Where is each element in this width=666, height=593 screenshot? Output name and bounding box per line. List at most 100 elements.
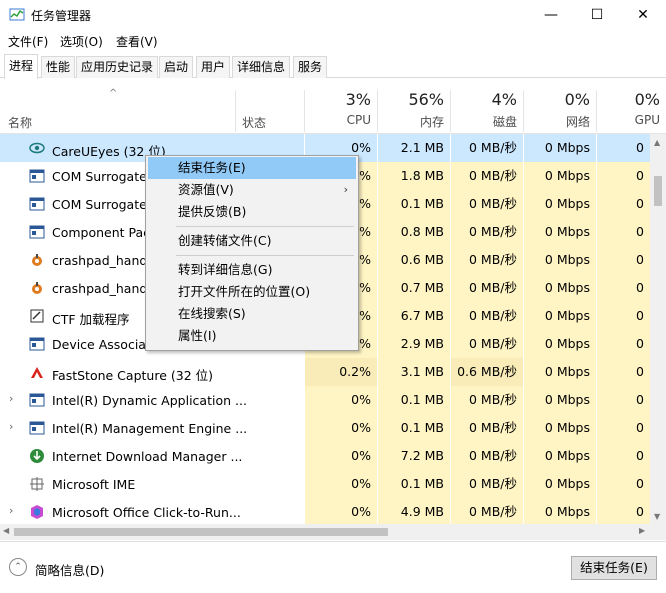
- network-cell: 0 Mbps: [523, 274, 596, 302]
- ctx-separator: [176, 255, 354, 256]
- network-cell: 0 Mbps: [523, 498, 596, 524]
- gpu-cell: 0: [596, 190, 650, 218]
- cpu-cell: 0.2%: [304, 358, 377, 386]
- ctx-properties[interactable]: 属性(I): [148, 325, 356, 347]
- ctx-end-task[interactable]: 结束任务(E): [148, 157, 356, 179]
- menu-options[interactable]: 选项(O): [60, 33, 103, 50]
- memory-cell: 3.1 MB: [377, 358, 450, 386]
- disk-cell: 0 MB/秒: [450, 498, 523, 524]
- process-row[interactable]: › Intel(R) Dynamic Application ... 0% 0.1 M…: [0, 386, 650, 414]
- title-bar: 任务管理器 — ☐ ✕: [0, 0, 666, 30]
- disk-cell: 0 MB/秒: [450, 134, 523, 162]
- close-icon: ✕: [637, 7, 649, 23]
- network-cell: 0 Mbps: [523, 302, 596, 330]
- tab-services[interactable]: 服务: [293, 56, 328, 78]
- cpu-cell: 0%: [304, 442, 377, 470]
- menu-view[interactable]: 查看(V): [116, 33, 158, 50]
- ctx-feedback[interactable]: 提供反馈(B): [148, 201, 356, 223]
- scroll-left-icon[interactable]: ◀: [3, 526, 9, 535]
- gpu-cell: 0: [596, 162, 650, 190]
- tab-details[interactable]: 详细信息: [232, 56, 291, 78]
- disk-cell: 0.6 MB/秒: [450, 358, 523, 386]
- memory-cell: 1.8 MB: [377, 162, 450, 190]
- ctx-create-dump[interactable]: 创建转储文件(C): [148, 230, 356, 252]
- vertical-scrollbar[interactable]: ▲ ▼: [650, 134, 666, 524]
- disk-cell: 0 MB/秒: [450, 246, 523, 274]
- ctf-icon: [30, 309, 44, 323]
- tab-processes[interactable]: 进程: [4, 54, 39, 79]
- vertical-scroll-thumb[interactable]: [654, 176, 662, 206]
- minimize-button[interactable]: —: [528, 0, 574, 30]
- fewer-details-link[interactable]: 简略信息(D): [35, 560, 104, 579]
- header-memory[interactable]: 56% 内存: [377, 80, 450, 134]
- gpu-cell: 0: [596, 498, 650, 524]
- menu-bar: 文件(F) 选项(O) 查看(V): [0, 30, 666, 52]
- process-row[interactable]: Microsoft IME 0% 0.1 MB 0 MB/秒 0 Mbps 0: [0, 470, 650, 498]
- process-name: COM Surrogate: [52, 197, 147, 212]
- header-network[interactable]: 0% 网络: [523, 80, 596, 134]
- header-gpu-pct: 0%: [634, 90, 660, 109]
- gpu-cell: 0: [596, 246, 650, 274]
- header-network-label: 网络: [565, 115, 590, 129]
- process-row[interactable]: FastStone Capture (32 位) 0.2% 3.1 MB 0.6 MB…: [0, 358, 650, 386]
- header-name[interactable]: 名称: [8, 114, 32, 131]
- column-divider[interactable]: [235, 90, 236, 132]
- scroll-down-icon[interactable]: ▼: [654, 512, 660, 521]
- ctx-go-to-details[interactable]: 转到详细信息(G): [148, 259, 356, 281]
- task-manager-icon: [9, 8, 25, 21]
- window-title: 任务管理器: [31, 9, 92, 23]
- maximize-button[interactable]: ☐: [574, 0, 620, 30]
- memory-cell: 0.1 MB: [377, 470, 450, 498]
- process-name: Microsoft Office Click-to-Run...: [52, 505, 241, 520]
- ctx-search-online[interactable]: 在线搜索(S): [148, 303, 356, 325]
- network-cell: 0 Mbps: [523, 190, 596, 218]
- window-icon: [29, 337, 45, 351]
- expand-chevron-icon[interactable]: ›: [9, 392, 13, 405]
- tab-users[interactable]: 用户: [196, 56, 231, 78]
- scrollbar-corner: [650, 524, 666, 540]
- header-cpu-pct: 3%: [345, 90, 371, 109]
- header-memory-label: 内存: [419, 115, 444, 129]
- tab-performance[interactable]: 性能: [41, 56, 76, 78]
- collapse-icon[interactable]: ⌃: [9, 558, 27, 576]
- gpu-cell: 0: [596, 330, 650, 358]
- scroll-right-icon[interactable]: ▶: [639, 526, 645, 535]
- tab-startup[interactable]: 启动: [159, 56, 194, 78]
- expand-chevron-icon[interactable]: ›: [9, 420, 13, 433]
- process-row[interactable]: Internet Download Manager ... 0% 7.2 MB 0 M…: [0, 442, 650, 470]
- minimize-icon: —: [544, 7, 558, 23]
- close-button[interactable]: ✕: [620, 0, 666, 30]
- horizontal-scroll-thumb[interactable]: [14, 528, 388, 536]
- memory-cell: 0.7 MB: [377, 274, 450, 302]
- ctx-resource-values[interactable]: 资源值(V) ›: [148, 179, 356, 201]
- process-row[interactable]: › Microsoft Office Click-to-Run... 0% 4.9 M…: [0, 498, 650, 524]
- memory-cell: 6.7 MB: [377, 302, 450, 330]
- menu-file[interactable]: 文件(F): [8, 33, 48, 50]
- ctx-open-file-location[interactable]: 打开文件所在的位置(O): [148, 281, 356, 303]
- sort-up-icon: ^: [109, 88, 118, 99]
- header-cpu-label: CPU: [346, 113, 371, 127]
- header-disk-label: 磁盘: [492, 115, 517, 129]
- header-disk[interactable]: 4% 磁盘: [450, 80, 523, 134]
- memory-cell: 7.2 MB: [377, 442, 450, 470]
- memory-cell: 0.1 MB: [377, 190, 450, 218]
- end-task-button[interactable]: 结束任务(E): [571, 556, 657, 580]
- column-header: ^ 名称 状态 3% CPU 56% 内存 4% 磁盘 0% 网络 0% GPU: [0, 80, 666, 134]
- horizontal-scrollbar[interactable]: ◀ ▶: [0, 524, 650, 540]
- header-gpu[interactable]: 0% GPU: [596, 80, 666, 134]
- process-name: Intel(R) Dynamic Application ...: [52, 393, 247, 408]
- scroll-up-icon[interactable]: ▲: [654, 138, 660, 147]
- cpu-cell: 0%: [304, 498, 377, 524]
- network-cell: 0 Mbps: [523, 358, 596, 386]
- disk-cell: 0 MB/秒: [450, 414, 523, 442]
- disk-cell: 0 MB/秒: [450, 330, 523, 358]
- process-name: Microsoft IME: [52, 477, 136, 492]
- header-gpu-label: GPU: [634, 113, 660, 127]
- header-cpu[interactable]: 3% CPU: [304, 80, 377, 134]
- tab-app-history[interactable]: 应用历史记录: [76, 56, 159, 78]
- expand-chevron-icon[interactable]: ›: [9, 504, 13, 517]
- window-icon: [29, 393, 45, 407]
- gpu-cell: 0: [596, 358, 650, 386]
- process-row[interactable]: › Intel(R) Management Engine ... 0% 0.1 MB 0…: [0, 414, 650, 442]
- header-status[interactable]: 状态: [242, 114, 266, 131]
